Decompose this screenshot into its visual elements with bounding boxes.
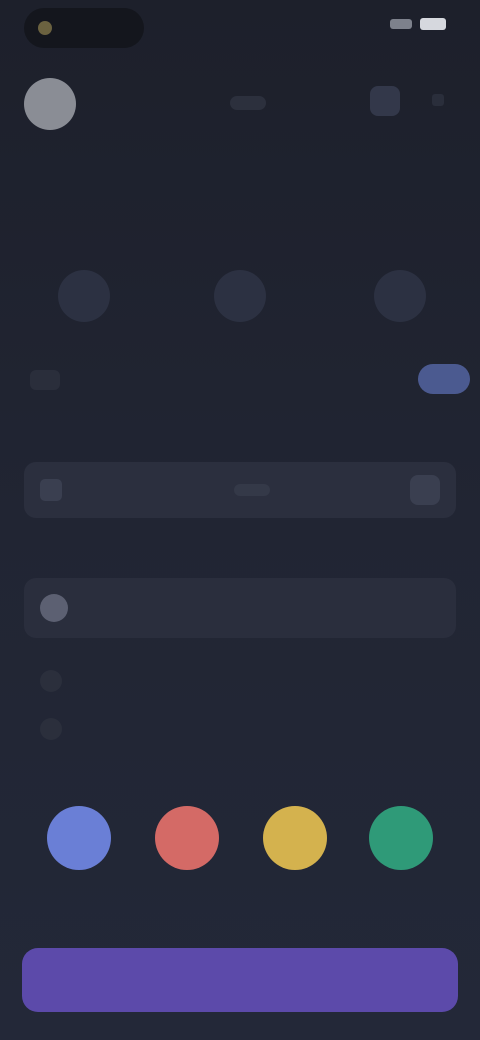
- more-icon[interactable]: [432, 94, 444, 106]
- stat-icon: [214, 270, 266, 322]
- color-option[interactable]: [152, 806, 222, 884]
- option-card[interactable]: [24, 578, 456, 638]
- stat-icon: [58, 270, 110, 322]
- dropdown-icon[interactable]: [410, 475, 440, 505]
- toggle-button[interactable]: [418, 364, 470, 394]
- list-item[interactable]: [40, 718, 440, 740]
- stat-item[interactable]: [340, 270, 460, 330]
- notification-icon[interactable]: [370, 86, 400, 116]
- field-divider: [234, 484, 270, 496]
- color-swatch-icon: [47, 806, 111, 870]
- color-swatch-icon: [369, 806, 433, 870]
- status-pill: [24, 8, 144, 48]
- back-icon[interactable]: [30, 370, 60, 390]
- option-icon: [40, 594, 68, 622]
- stat-icon: [374, 270, 426, 322]
- status-dot-icon: [38, 21, 52, 35]
- stat-item[interactable]: [180, 270, 300, 330]
- battery-icon: [420, 18, 446, 30]
- list-item[interactable]: [40, 670, 440, 692]
- color-option[interactable]: [260, 806, 330, 884]
- color-swatch-icon: [155, 806, 219, 870]
- system-status-icons: [390, 18, 446, 30]
- signal-icon: [390, 19, 412, 29]
- color-option[interactable]: [44, 806, 114, 884]
- avatar[interactable]: [24, 78, 76, 130]
- input-field[interactable]: [24, 462, 456, 518]
- primary-button[interactable]: [22, 948, 458, 1012]
- section-title: [28, 182, 364, 206]
- color-option[interactable]: [366, 806, 436, 884]
- list-item-icon: [40, 670, 62, 692]
- color-swatch-icon: [263, 806, 327, 870]
- stat-item[interactable]: [24, 270, 144, 330]
- header-title: [230, 96, 266, 110]
- field-icon: [40, 479, 62, 501]
- list-item-icon: [40, 718, 62, 740]
